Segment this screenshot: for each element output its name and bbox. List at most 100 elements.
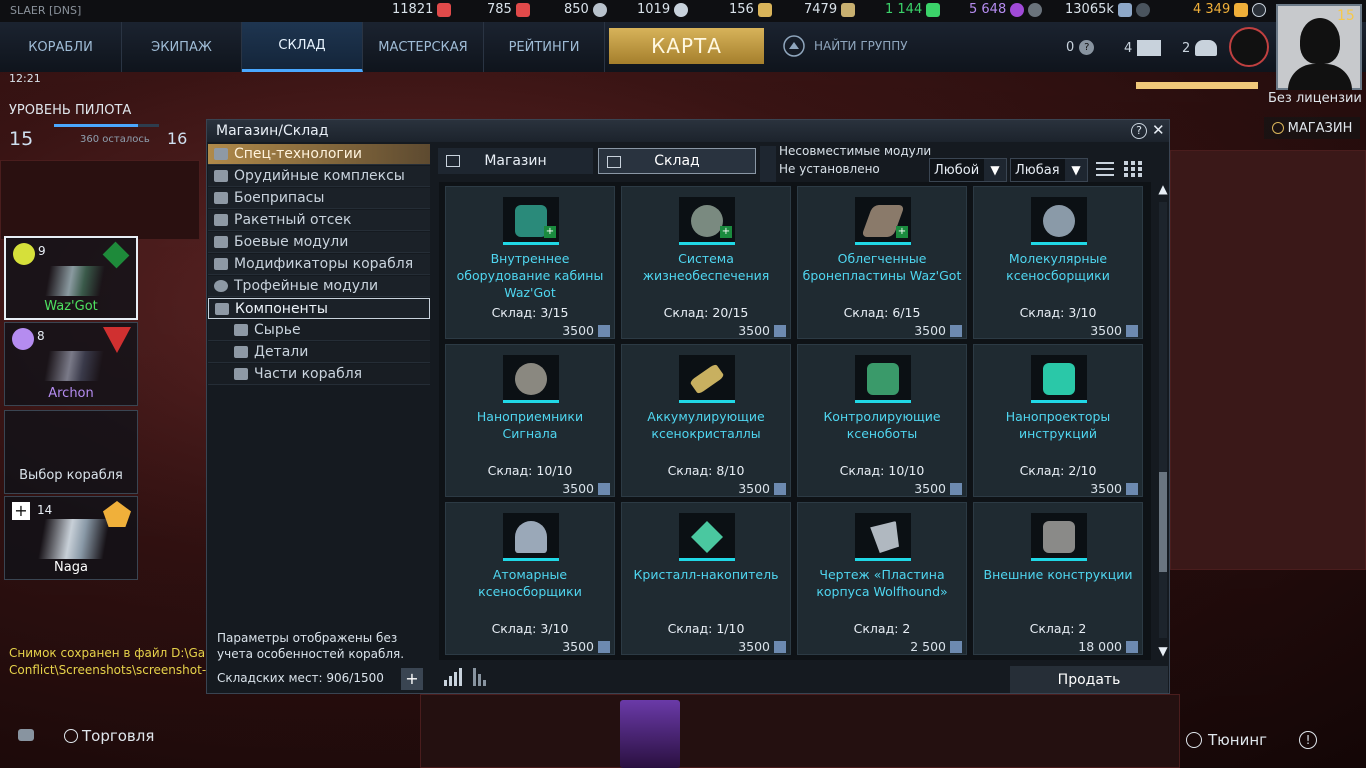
sort-descending-icon[interactable] [471,666,493,688]
ship-image [31,519,117,559]
ammo-icon [214,192,228,204]
add-currency-icon[interactable] [1252,2,1267,17]
filter-checkbox[interactable] [760,146,776,182]
pilot-level-remaining: 360 осталось [80,134,150,145]
item-grid: + Внутреннее оборудование кабины Waz'Got… [439,182,1151,660]
help-counter[interactable]: 0? [1066,40,1095,55]
alert-icon[interactable]: ! [1299,731,1317,749]
tab-storage[interactable]: СКЛАД [242,22,363,72]
ship-slot[interactable]: 8 Archon [4,322,138,406]
exchange-icon[interactable] [1135,2,1150,17]
blueprint-icon [870,521,899,553]
subcategory-item[interactable]: Сырье [208,320,430,341]
credits-icon [774,483,786,495]
ship-slot-empty[interactable]: Выбор корабля [4,410,138,494]
ship-slot[interactable]: 9 Waz'Got [4,236,138,320]
storage-slots: Складских мест: 906/1500 [217,671,384,685]
tab-ratings[interactable]: РЕЙТИНГИ [484,22,605,72]
item-card[interactable]: Кристалл-накопитель Склад: 1/10 3500 [621,502,791,655]
category-item[interactable]: Модификаторы корабля [208,254,430,275]
shop-tab[interactable]: Магазин [438,148,593,174]
profile-level: 15 [1337,8,1355,24]
sort-ascending-icon[interactable] [442,666,464,688]
credits-icon [950,325,962,337]
tab-workshop[interactable]: МАСТЕРСКАЯ [363,22,484,72]
plus-icon: + [720,226,732,238]
find-group-button[interactable]: НАЙТИ ГРУППУ [782,34,908,58]
filter-dropdown-any-f[interactable]: Любая ▼ [1010,158,1088,182]
plus-icon: + [896,226,908,238]
chat-icon[interactable] [18,729,34,741]
group-icon [783,35,805,57]
ship-slot[interactable]: + 14 Naga [4,496,138,580]
category-item[interactable]: Орудийные комплексы [208,166,430,187]
add-slots-button[interactable]: + [401,668,423,690]
subcategory-item[interactable]: Части корабля [208,364,430,385]
trade-button[interactable]: Торговля [64,727,154,745]
trade-icon [64,729,78,743]
wrench-icon [215,302,229,315]
friends-counter[interactable]: 2 [1182,40,1218,56]
category-item[interactable]: Боевые модули [208,232,430,253]
xenobot-icon [867,363,899,395]
item-card[interactable]: Атомарные ксеносборщики Склад: 3/10 3500 [445,502,615,655]
map-button[interactable]: КАРТА [609,28,764,64]
background-structure [420,694,1180,768]
item-card[interactable]: Аккумулирующие ксенокристаллы Склад: 8/1… [621,344,791,497]
item-card[interactable]: + Облегченные бронепластины Waz'Got Скла… [797,186,967,339]
tuning-button[interactable]: Тюнинг [1186,731,1267,749]
item-card[interactable]: Нанопроекторы инструкций Склад: 2/10 350… [973,344,1143,497]
purple-gear-icon [1010,2,1025,17]
silver-wings-icon [841,2,856,17]
pilot-level-label: УРОВЕНЬ ПИЛОТА [9,103,132,118]
combat-module-icon [214,236,228,248]
item-card[interactable]: + Система жизнеобеспечения Склад: 20/15 … [621,186,791,339]
category-item[interactable]: Компоненты [208,298,430,319]
chevron-down-icon: ▼ [1065,159,1087,181]
scroll-track[interactable] [1159,202,1167,638]
item-card[interactable]: Наноприемники Сигнала Склад: 10/10 3500 [445,344,615,497]
resource-counter: 7479 [804,2,856,17]
shop-button[interactable]: МАГАЗИН [1264,117,1360,139]
item-card[interactable]: Контролирующие ксеноботы Склад: 10/10 35… [797,344,967,497]
storage-tab[interactable]: Склад [598,148,756,174]
item-thumbnail [503,513,559,561]
avatar-silhouette [1288,64,1352,90]
tab-crew[interactable]: ЭКИПАЖ [122,22,242,72]
item-card[interactable]: + Внутреннее оборудование кабины Waz'Got… [445,186,615,339]
chevron-down-icon[interactable]: ▼ [1156,644,1170,658]
subcategory-item[interactable]: Детали [208,342,430,363]
resource-counter: 1 144 [885,2,941,17]
filter-dropdown-any[interactable]: Любой ▼ [929,158,1007,182]
list-view-icon[interactable] [1094,159,1116,179]
item-card[interactable]: Молекулярные ксеносборщики Склад: 3/10 3… [973,186,1143,339]
avatar-silhouette [1300,18,1340,64]
mail-counter[interactable]: 4 [1124,40,1162,56]
sell-button[interactable]: Продать [1010,666,1168,693]
storage-toolbar: Магазин Склад Несовместимые модули Не ус… [438,144,1158,182]
category-item[interactable]: Боеприпасы [208,188,430,209]
pilot-level-progress [54,124,159,127]
tab-ships[interactable]: КОРАБЛИ [0,22,122,72]
category-item[interactable]: Трофейные модули [208,276,430,297]
chevron-up-icon[interactable]: ▲ [1156,182,1170,196]
chip-icon [214,148,228,160]
cabin-equipment-icon [515,205,547,237]
grid-view-icon[interactable] [1122,159,1144,179]
resource-counter: 785 [487,2,530,17]
category-item[interactable]: Спец-технологии [208,144,430,165]
item-card[interactable]: Внешние конструкции Склад: 2 18 000 [973,502,1143,655]
help-icon[interactable]: ? [1131,123,1147,139]
close-icon[interactable]: ✕ [1152,121,1165,139]
category-item[interactable]: Ракетный отсек [208,210,430,231]
pilot-level-current: 15 [9,128,34,150]
raw-icon [234,324,248,336]
scroll-thumb[interactable] [1159,472,1167,572]
background-structure [1170,150,1366,570]
grid-scrollbar[interactable]: ▲ ▼ [1156,182,1170,660]
pilot-level-next: 16 [167,129,188,148]
item-card[interactable]: Чертеж «Пластина корпуса Wolfhound» Скла… [797,502,967,655]
corporation-emblem[interactable] [1229,27,1269,67]
gold-wings-icon [757,2,772,17]
grey-orb-icon [592,2,607,17]
